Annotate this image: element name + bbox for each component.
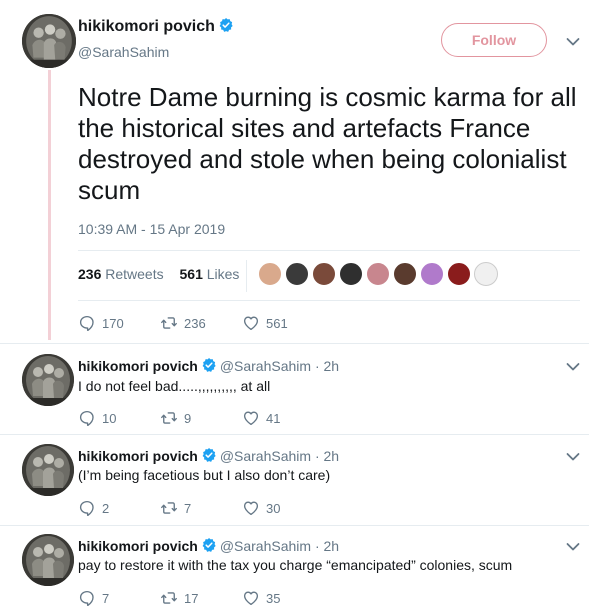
retweet-icon [160, 499, 178, 517]
reply-text: pay to restore it with the tax you charg… [78, 557, 513, 573]
reply-icon [78, 409, 96, 427]
divider [78, 300, 580, 301]
like-action[interactable]: 30 [242, 498, 280, 518]
like-count: 41 [266, 410, 281, 426]
verified-badge-icon [201, 447, 217, 463]
heart-icon [242, 499, 260, 517]
liker-avatar[interactable] [258, 262, 282, 286]
thread-connector-line [48, 70, 51, 340]
reply-action[interactable]: 2 [78, 498, 109, 518]
retweets-count: 236 [78, 266, 102, 282]
liker-avatar[interactable] [312, 262, 336, 286]
reply-author-name[interactable]: hikikomori povich [78, 358, 198, 374]
profile-photo-icon [22, 14, 76, 68]
liker-avatar[interactable] [474, 262, 498, 286]
reply-author-handle[interactable]: @SarahSahim · 2h [220, 538, 339, 554]
reply-author[interactable]: hikikomori povich @SarahSahim · 2h [78, 537, 339, 554]
avatar[interactable] [22, 14, 76, 68]
retweet-action[interactable]: 9 [160, 408, 191, 428]
retweet-action[interactable]: 17 [160, 588, 198, 608]
reply-icon [78, 499, 96, 517]
likes-label: Likes [206, 266, 240, 282]
liker-avatar[interactable] [339, 262, 363, 286]
profile-photo-icon [22, 354, 74, 406]
divider [78, 250, 580, 251]
reply-count: 170 [102, 315, 124, 331]
likes-count: 561 [179, 266, 203, 282]
heart-icon [242, 409, 260, 427]
retweet-icon [160, 409, 178, 427]
like-count: 30 [266, 500, 281, 516]
divider [0, 525, 589, 526]
reply-icon [78, 589, 96, 607]
liker-avatar[interactable] [393, 262, 417, 286]
chevron-down-icon[interactable] [566, 362, 580, 372]
heart-icon [242, 314, 260, 332]
like-action[interactable]: 41 [242, 408, 280, 428]
author-name-text[interactable]: hikikomori povich [78, 18, 215, 35]
retweet-icon [160, 314, 178, 332]
reply-action[interactable]: 10 [78, 408, 116, 428]
liker-avatar[interactable] [285, 262, 309, 286]
chevron-down-icon[interactable] [566, 37, 580, 47]
reply-count: 7 [102, 590, 110, 606]
reply-icon [78, 314, 96, 332]
liker-avatar[interactable] [447, 262, 471, 286]
reply-action[interactable]: 170 [78, 313, 124, 333]
chevron-down-icon[interactable] [566, 542, 580, 552]
like-action[interactable]: 35 [242, 588, 280, 608]
retweet-count: 236 [184, 315, 206, 331]
reply-count: 10 [102, 410, 117, 426]
follow-button[interactable]: Follow [441, 23, 547, 57]
retweet-action[interactable]: 236 [160, 313, 206, 333]
author-name[interactable]: hikikomori povich [78, 17, 234, 36]
reply-text: (I’m being facetious but I also don’t ca… [78, 467, 331, 483]
reply-author-name[interactable]: hikikomori povich [78, 448, 198, 464]
liker-avatar[interactable] [420, 262, 444, 286]
verified-badge-icon [201, 537, 217, 553]
reply-count: 2 [102, 500, 110, 516]
profile-photo-icon [22, 534, 74, 586]
retweet-icon [160, 589, 178, 607]
reply-author-name[interactable]: hikikomori povich [78, 538, 198, 554]
tweet-stats: 236 Retweets 561 Likes [78, 266, 239, 282]
verified-badge-icon [218, 17, 234, 33]
retweet-action[interactable]: 7 [160, 498, 191, 518]
like-count: 561 [266, 315, 288, 331]
retweets-label: Retweets [105, 266, 164, 282]
tweet-timestamp[interactable]: 10:39 AM - 15 Apr 2019 [78, 221, 225, 237]
likes-stat[interactable]: 561 Likes [180, 266, 240, 282]
retweets-stat[interactable]: 236 Retweets [78, 266, 164, 282]
avatar[interactable] [22, 354, 74, 406]
avatar[interactable] [22, 444, 74, 496]
divider [0, 434, 589, 435]
reply-text: I do not feel bad.....,,,,,,,,,, at all [78, 378, 271, 394]
reply-author[interactable]: hikikomori povich @SarahSahim · 2h [78, 357, 339, 374]
divider [0, 343, 589, 344]
tweet-text: Notre Dame burning is cosmic karma for a… [78, 82, 577, 205]
retweet-count: 7 [184, 500, 192, 516]
verified-badge-icon [201, 357, 217, 373]
liker-avatar[interactable] [366, 262, 390, 286]
retweet-count: 9 [184, 410, 192, 426]
retweet-count: 17 [184, 590, 199, 606]
stats-divider [246, 260, 247, 292]
author-handle[interactable]: @SarahSahim [78, 44, 169, 60]
profile-photo-icon [22, 444, 74, 496]
chevron-down-icon[interactable] [566, 452, 580, 462]
like-action[interactable]: 561 [242, 313, 288, 333]
reply-action[interactable]: 7 [78, 588, 109, 608]
reply-author-handle[interactable]: @SarahSahim · 2h [220, 358, 339, 374]
heart-icon [242, 589, 260, 607]
reply-author[interactable]: hikikomori povich @SarahSahim · 2h [78, 447, 339, 464]
reply-author-handle[interactable]: @SarahSahim · 2h [220, 448, 339, 464]
like-count: 35 [266, 590, 281, 606]
avatar[interactable] [22, 534, 74, 586]
